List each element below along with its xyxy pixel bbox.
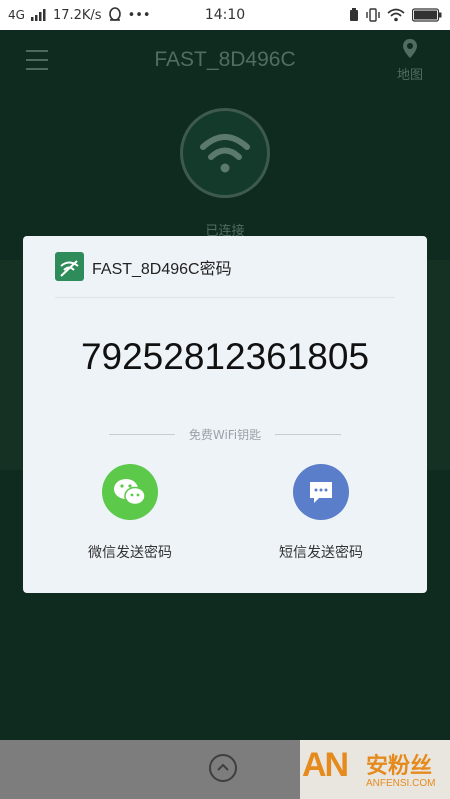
wifi-large-icon xyxy=(200,134,250,173)
subtitle-line-left xyxy=(109,434,175,435)
sms-share-button[interactable]: 短信发送密码 xyxy=(256,464,386,562)
network-title: FAST_8D496C xyxy=(154,48,296,71)
wifi-key-app-icon xyxy=(55,252,84,281)
battery-saver-icon xyxy=(350,8,358,21)
watermark-name: 安粉丝 xyxy=(366,754,433,779)
status-left: 4G 17.2K/s ••• xyxy=(8,7,188,23)
dialog-subtitle: 免费WiFi钥匙 xyxy=(109,426,341,443)
wechat-share-label: 微信发送密码 xyxy=(88,545,172,561)
wifi-icon xyxy=(387,8,405,22)
watermark-logo: AN xyxy=(302,746,349,784)
battery-icon xyxy=(412,8,442,22)
network-speed: 17.2K/s xyxy=(52,7,102,23)
wifi-status-circle[interactable] xyxy=(180,108,270,198)
qq-icon xyxy=(108,7,121,21)
chevron-up-icon xyxy=(217,763,229,771)
app-bar: FAST_8D496C 地图 xyxy=(0,30,450,90)
dialog-title: FAST_8D496C密码 xyxy=(92,260,232,278)
dialog-divider xyxy=(55,297,395,298)
dialog-header: FAST_8D496C密码 xyxy=(55,252,232,281)
network-type: 4G xyxy=(8,8,25,22)
wechat-icon xyxy=(102,464,158,520)
location-pin-icon xyxy=(403,39,417,58)
status-right xyxy=(349,8,442,22)
status-bar: 4G 17.2K/s ••• 14:10 xyxy=(0,0,450,30)
expand-up-button[interactable] xyxy=(209,754,237,782)
watermark-domain: ANFENSI.COM xyxy=(366,778,436,789)
subtitle-line-right xyxy=(275,434,341,435)
map-button[interactable]: 地图 xyxy=(392,38,428,83)
vibrate-icon xyxy=(366,8,380,22)
signal-icon xyxy=(30,9,46,21)
wifi-password[interactable]: 79252812361805 xyxy=(23,336,427,378)
sms-share-label: 短信发送密码 xyxy=(279,545,363,561)
map-label: 地图 xyxy=(396,68,423,83)
password-dialog: FAST_8D496C密码 79252812361805 免费WiFi钥匙 微信… xyxy=(23,236,427,593)
more-notifications: ••• xyxy=(127,7,151,23)
sms-icon xyxy=(293,464,349,520)
anfensi-watermark: AN 安粉丝 ANFENSI.COM xyxy=(300,740,450,799)
subtitle-text: 免费WiFi钥匙 xyxy=(188,428,262,442)
bottom-bar: AN 安粉丝 ANFENSI.COM xyxy=(0,740,450,799)
wechat-share-button[interactable]: 微信发送密码 xyxy=(65,464,195,562)
